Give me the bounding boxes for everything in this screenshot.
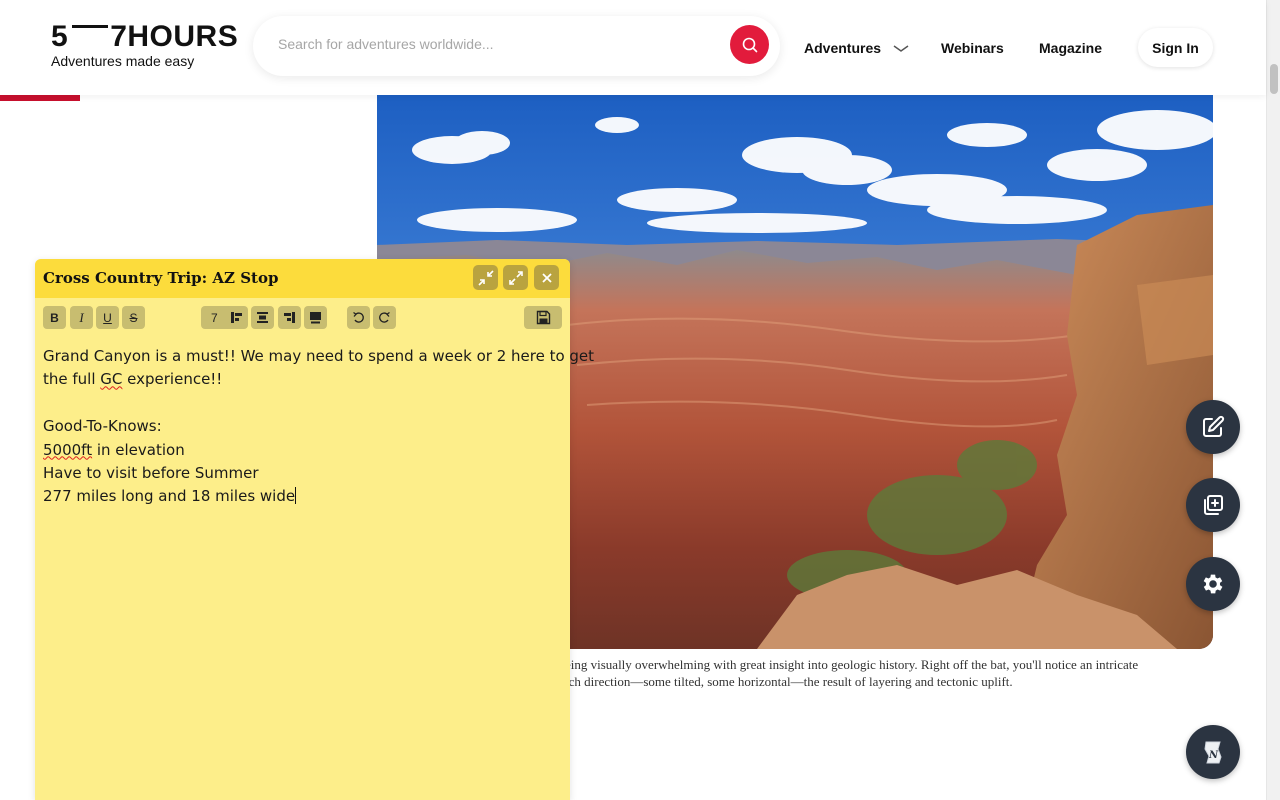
notes-app-button[interactable]: N: [1186, 725, 1240, 779]
scrollbar-thumb[interactable]: [1270, 64, 1278, 94]
nav-webinars[interactable]: Webinars: [941, 40, 1004, 56]
close-icon: [541, 272, 552, 283]
align-left-button[interactable]: [225, 306, 248, 329]
note-editor[interactable]: Grand Canyon is a must!! We may need to …: [43, 345, 595, 509]
align-center-icon: [257, 312, 268, 323]
note-line-2a: the full: [43, 370, 101, 389]
settings-icon: [1203, 574, 1223, 594]
expand-icon: [508, 270, 523, 285]
nav-adventures[interactable]: Adventures: [804, 40, 909, 56]
note-line-6-text: 277 miles long and 18 miles wide: [43, 487, 296, 506]
align-center-button[interactable]: [251, 306, 274, 329]
note-header[interactable]: Cross Country Trip: AZ Stop: [35, 259, 570, 298]
strikethrough-icon: S: [129, 310, 138, 325]
logo-right: 7HOURS: [110, 20, 239, 53]
italic-button[interactable]: I: [70, 306, 93, 329]
close-button[interactable]: [534, 265, 559, 290]
note-line-5: Have to visit before Summer: [43, 464, 259, 483]
note-line-3: Good-To-Knows:: [43, 417, 162, 436]
edit-note-icon: [1203, 415, 1225, 437]
article-line-1: eing visually overwhelming with great in…: [565, 657, 1139, 672]
site-logo[interactable]: 5 7HOURS Adventures made easy: [51, 22, 238, 70]
edit-note-button[interactable]: [1186, 400, 1240, 454]
align-right-icon: [284, 312, 295, 323]
sticky-note[interactable]: Cross Country Trip: AZ Stop B I U S 7 Gr…: [35, 259, 595, 800]
page: 5 7HOURS Adventures made easy Adventures …: [0, 0, 1280, 800]
text-caret: [295, 487, 297, 505]
note-line-6: 277 miles long and 18 miles wide: [43, 485, 565, 508]
search-bar: [253, 16, 780, 76]
undo-button[interactable]: [347, 306, 370, 329]
italic-icon: I: [79, 309, 84, 325]
expand-button[interactable]: [503, 265, 528, 290]
article-text: eing visually overwhelming with great in…: [565, 656, 1205, 690]
logo-dash: [72, 25, 109, 28]
sign-in-button[interactable]: Sign In: [1138, 28, 1213, 67]
search-input[interactable]: [278, 36, 718, 52]
accent-bar: [0, 95, 80, 101]
article-line-2: ich direction—some tilted, some horizont…: [565, 674, 1013, 689]
note-blank-line: [43, 392, 565, 415]
align-left-icon: [231, 312, 242, 323]
redo-icon: [379, 311, 390, 323]
bold-button[interactable]: B: [43, 306, 66, 329]
notes-app-icon: N: [1204, 741, 1222, 764]
search-button[interactable]: [730, 25, 769, 64]
nav-adventures-label: Adventures: [804, 40, 882, 56]
settings-button[interactable]: [1186, 557, 1240, 611]
site-header: 5 7HOURS Adventures made easy Adventures …: [0, 0, 1266, 95]
nav-magazine[interactable]: Magazine: [1039, 40, 1102, 56]
save-button[interactable]: [524, 306, 562, 329]
font-size-value: 7: [211, 310, 218, 325]
strikethrough-button[interactable]: S: [122, 306, 145, 329]
redo-button[interactable]: [373, 306, 396, 329]
align-justify-button[interactable]: [304, 306, 327, 329]
logo-left: 5: [51, 20, 69, 53]
misspelled-word[interactable]: GC: [100, 370, 122, 388]
chevron-down-icon: [893, 45, 909, 53]
logo-tagline: Adventures made easy: [51, 53, 195, 69]
logo-wordmark: 5 7HOURS: [51, 22, 238, 52]
note-title: Cross Country Trip: AZ Stop: [43, 269, 279, 287]
note-line-4b: in elevation: [92, 440, 185, 459]
underline-icon: U: [103, 310, 112, 325]
add-note-button[interactable]: [1186, 478, 1240, 532]
undo-icon: [353, 311, 364, 323]
save-icon: [536, 310, 550, 325]
note-line-1: Grand Canyon is a must!! We may need to …: [43, 347, 595, 365]
bold-icon: B: [50, 310, 59, 325]
add-note-icon: [1204, 495, 1223, 515]
collapse-button[interactable]: [473, 265, 498, 290]
note-line-4: 5000ft in elevation: [43, 439, 565, 462]
note-line-2c: experience!!: [122, 370, 223, 389]
search-icon: [742, 37, 757, 52]
svg-text:N: N: [1208, 750, 1219, 761]
misspelled-word[interactable]: 5000ft: [43, 441, 92, 459]
page-scrollbar[interactable]: [1266, 0, 1280, 800]
align-justify-icon: [310, 312, 321, 324]
collapse-icon: [477, 269, 494, 286]
note-line-2: the full GC experience!!: [43, 368, 565, 391]
underline-button[interactable]: U: [96, 306, 119, 329]
align-right-button[interactable]: [278, 306, 301, 329]
